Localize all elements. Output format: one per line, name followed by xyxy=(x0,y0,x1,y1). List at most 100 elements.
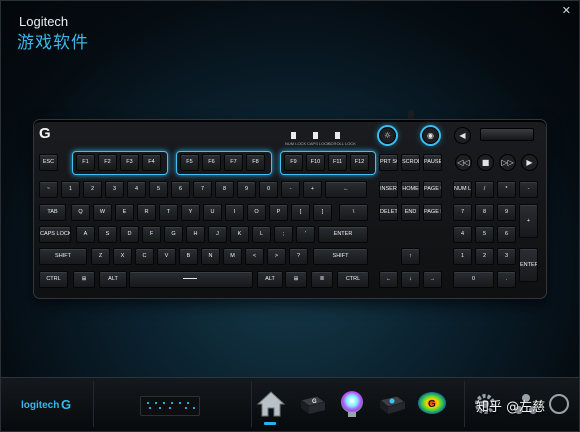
key-bottom-row[interactable]: ALT xyxy=(99,271,127,288)
key-qwerty-row[interactable]: Y xyxy=(181,204,200,221)
key-qwerty-row[interactable]: I xyxy=(225,204,244,221)
key-bottom-row[interactable]: ≣ xyxy=(311,271,333,288)
key-shift-row[interactable]: 1 xyxy=(453,248,472,265)
home-icon[interactable] xyxy=(254,386,288,422)
key-f4[interactable]: F4 xyxy=(142,154,161,171)
key-qwerty-row[interactable]: R xyxy=(137,204,156,221)
key-shift-row[interactable]: < xyxy=(245,248,264,265)
key-qwerty-row[interactable]: O xyxy=(247,204,266,221)
key-f12[interactable]: F12 xyxy=(350,154,369,171)
key-qwerty-row[interactable]: W xyxy=(93,204,112,221)
key-qwerty-row[interactable]: PAGE DOWN xyxy=(423,204,442,221)
key-f8[interactable]: F8 xyxy=(246,154,265,171)
key-num-row[interactable]: PAGE UP xyxy=(423,181,442,198)
key-home-row[interactable]: ; xyxy=(274,226,293,243)
key-qwerty-row[interactable]: 7 xyxy=(453,204,472,221)
heatmap-icon[interactable]: G xyxy=(415,386,449,422)
key-home-row[interactable]: J xyxy=(208,226,227,243)
key-qwerty-row[interactable]: E xyxy=(115,204,134,221)
key-num-row[interactable]: 0 xyxy=(259,181,278,198)
key-shift-row[interactable]: C xyxy=(135,248,154,265)
key-bottom-row[interactable]: ALT xyxy=(257,271,283,288)
key-qwerty-row[interactable]: \ xyxy=(339,204,368,221)
key-bottom-row[interactable]: ↓ xyxy=(401,271,420,288)
key-shift-row[interactable]: X xyxy=(113,248,132,265)
key-f11[interactable]: F11 xyxy=(328,154,347,171)
key-shift-row[interactable]: B xyxy=(179,248,198,265)
key-f10[interactable]: F10 xyxy=(306,154,325,171)
key-qwerty-row[interactable]: 9 xyxy=(497,204,516,221)
key-num-row[interactable]: 9 xyxy=(237,181,256,198)
key-f3[interactable]: F3 xyxy=(120,154,139,171)
key-home-row[interactable]: A xyxy=(76,226,95,243)
key-qwerty-row[interactable]: TAB xyxy=(39,204,66,221)
key-home-row[interactable]: ENTER xyxy=(318,226,368,243)
key-qwerty-row[interactable]: 8 xyxy=(475,204,494,221)
key-shift-row[interactable]: ENTER xyxy=(519,248,538,282)
key-num-row[interactable]: ~ xyxy=(39,181,58,198)
key-num-row[interactable]: - xyxy=(281,181,300,198)
key-shift-row[interactable]: V xyxy=(157,248,176,265)
key-bottom-row[interactable]: → xyxy=(423,271,442,288)
key-home-row[interactable]: L xyxy=(252,226,271,243)
key-home-row[interactable]: ' xyxy=(296,226,315,243)
key-home-row[interactable]: H xyxy=(186,226,205,243)
key-num-row[interactable]: 2 xyxy=(83,181,102,198)
key-qwerty-row[interactable]: ] xyxy=(313,204,332,221)
key-home-row[interactable]: S xyxy=(98,226,117,243)
key-qwerty-row[interactable]: T xyxy=(159,204,178,221)
key-home-row[interactable]: D xyxy=(120,226,139,243)
key-shift-row[interactable]: SHIFT xyxy=(313,248,368,265)
key-num-row[interactable]: HOME xyxy=(401,181,420,198)
key-num-row[interactable]: 5 xyxy=(149,181,168,198)
key-shift-row[interactable]: ? xyxy=(289,248,308,265)
key-bottom-row[interactable]: ⊞ xyxy=(73,271,95,288)
volume-roller[interactable] xyxy=(480,128,534,141)
key-bottom-row[interactable]: ⊞ xyxy=(285,271,307,288)
key-num-row[interactable]: NUM LOCK xyxy=(453,181,472,198)
lighting-icon[interactable] xyxy=(335,386,369,422)
media-button[interactable]: ◁◁ xyxy=(455,154,472,171)
key-f2[interactable]: F2 xyxy=(98,154,117,171)
key-shift-row[interactable]: N xyxy=(201,248,220,265)
media-button[interactable]: ■ xyxy=(477,154,494,171)
key-num-row[interactable]: - xyxy=(519,181,538,198)
key-home-row[interactable]: K xyxy=(230,226,249,243)
key-f6[interactable]: F6 xyxy=(202,154,221,171)
key-num-row[interactable]: INSERT xyxy=(379,181,398,198)
key-shift-row[interactable]: Z xyxy=(91,248,110,265)
key-qwerty-row[interactable]: DELETE xyxy=(379,204,398,221)
key-qwerty-row[interactable]: P xyxy=(269,204,288,221)
key-bottom-row[interactable]: 0 xyxy=(453,271,494,288)
key-f7[interactable]: F7 xyxy=(224,154,243,171)
key-qwerty-row[interactable]: [ xyxy=(291,204,310,221)
key-num-row[interactable]: ← xyxy=(325,181,367,198)
key-num-row[interactable]: 7 xyxy=(193,181,212,198)
key-num-row[interactable]: 4 xyxy=(127,181,146,198)
mute-button[interactable]: ◀ xyxy=(454,127,471,144)
key-bottom-row[interactable]: . xyxy=(497,271,516,288)
key-home-row[interactable]: F xyxy=(142,226,161,243)
key-shift-row[interactable]: 2 xyxy=(475,248,494,265)
key-num-row[interactable]: 1 xyxy=(61,181,80,198)
key-home-row[interactable]: 6 xyxy=(497,226,516,243)
key-qwerty-row[interactable]: END xyxy=(401,204,420,221)
key-f9[interactable]: F9 xyxy=(284,154,303,171)
key-spacebar[interactable] xyxy=(129,271,253,288)
key-shift-row[interactable]: > xyxy=(267,248,286,265)
key-qwerty-row[interactable]: U xyxy=(203,204,222,221)
key-bottom-row[interactable]: CTRL xyxy=(337,271,369,288)
key-shift-row[interactable]: SHIFT xyxy=(39,248,87,265)
close-icon[interactable]: ✕ xyxy=(562,4,571,17)
key-num-row[interactable]: * xyxy=(497,181,516,198)
key-home-row[interactable]: 4 xyxy=(453,226,472,243)
device-thumbnail[interactable] xyxy=(140,396,200,416)
key-home-row[interactable]: CAPS LOCK xyxy=(39,226,71,243)
key-shift-row[interactable]: M xyxy=(223,248,242,265)
key-bottom-row[interactable]: ← xyxy=(379,271,398,288)
key-bottom-row[interactable]: CTRL xyxy=(39,271,68,288)
game-mode-button[interactable]: ◉ xyxy=(422,127,439,144)
help-icon[interactable] xyxy=(545,386,579,422)
key-prt-sc[interactable]: PRT SC xyxy=(379,154,398,171)
lighting-toggle-button[interactable]: ☼ xyxy=(379,127,396,144)
